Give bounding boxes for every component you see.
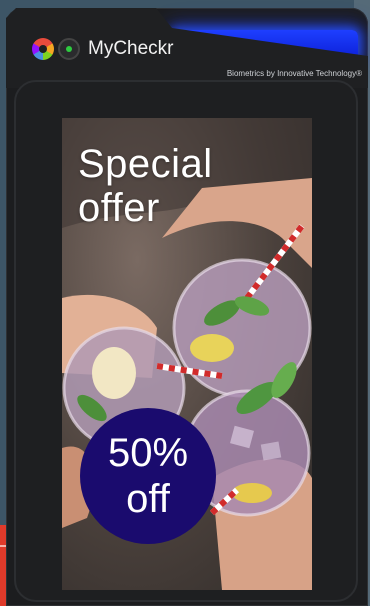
brand-logo: MyCheckr xyxy=(32,38,174,60)
camera-status-icon xyxy=(58,38,80,60)
brand-tagline: Biometrics by Innovative Technology® xyxy=(226,69,362,78)
discount-badge: 50% off xyxy=(80,408,216,544)
brand-name: MyCheckr xyxy=(88,38,174,59)
discount-off-label: off xyxy=(126,477,170,521)
promo-advertisement[interactable]: Special offer 50% off xyxy=(62,118,312,590)
discount-percent: 50% xyxy=(107,431,189,475)
promo-title: Special offer xyxy=(78,142,213,230)
aperture-logo-icon xyxy=(32,38,54,60)
